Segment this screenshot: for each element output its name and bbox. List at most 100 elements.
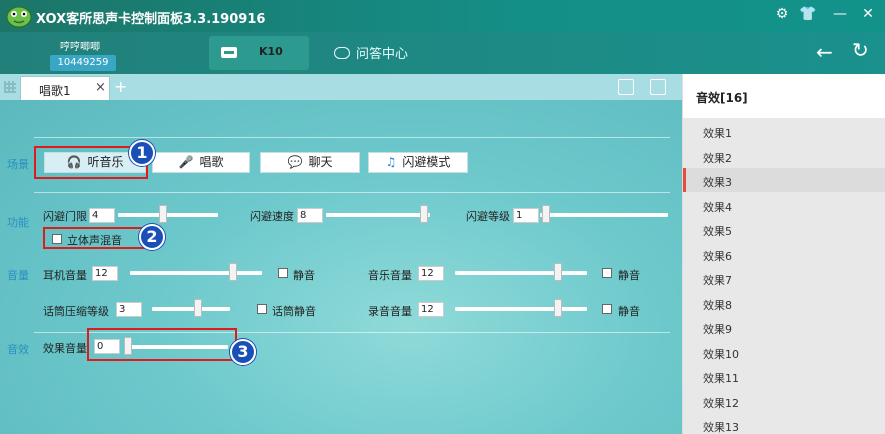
record-volume-slider[interactable] — [455, 299, 587, 317]
window-title: XOX客所思声卡控制面板3.3.190916 — [36, 12, 266, 27]
effect-list-item-label: 效果8 — [703, 298, 732, 312]
effect-list-item[interactable]: 效果7 — [683, 266, 885, 290]
section-label-scene: 场景 — [7, 158, 29, 171]
effect-list-item-label: 效果11 — [703, 372, 739, 385]
effect-list-item[interactable]: 效果10 — [683, 340, 885, 364]
refresh-icon[interactable]: ↻ — [852, 38, 869, 62]
headphone-mute-checkbox[interactable] — [278, 268, 288, 278]
mode-dodge-button[interactable]: ♫ 闪避模式 — [368, 152, 468, 173]
close-icon[interactable]: ✕ — [858, 4, 878, 24]
microphone-icon: 🎤 — [178, 155, 194, 169]
effect-list-item[interactable]: 效果8 — [683, 291, 885, 315]
slider-thumb[interactable] — [194, 299, 202, 317]
headphone-mute-label: 静音 — [293, 269, 315, 282]
slider-thumb[interactable] — [542, 205, 551, 223]
effect-volume-label: 效果音量 — [43, 342, 87, 355]
skin-shirt-icon[interactable]: 👕 — [798, 4, 818, 24]
copy-icon[interactable] — [618, 79, 634, 95]
back-arrow-icon[interactable]: ← — [816, 40, 833, 64]
effect-list-item[interactable]: 效果3 — [683, 168, 885, 192]
annotation-badge-1: 1 — [129, 140, 155, 166]
effects-panel-header: 音效[16] — [683, 74, 885, 118]
effect-list-item-label: 效果2 — [703, 151, 732, 165]
slider-thumb[interactable] — [554, 299, 563, 317]
effect-list-item[interactable]: 效果6 — [683, 242, 885, 266]
music-note-icon: ♫ — [385, 155, 397, 169]
qa-center-link[interactable]: 问答中心 — [334, 43, 408, 62]
minimize-icon[interactable]: — — [830, 4, 850, 24]
record-mute-checkbox[interactable] — [602, 304, 612, 314]
save-icon[interactable] — [650, 79, 666, 95]
music-volume-label: 音乐音量 — [368, 269, 412, 282]
section-label-effect: 音效 — [7, 343, 29, 356]
music-volume-input[interactable]: 12 — [418, 266, 444, 281]
device-label: K10 — [259, 45, 283, 58]
effect-list-item[interactable]: 效果4 — [683, 193, 885, 217]
effect-list-item-label: 效果9 — [703, 323, 732, 336]
tab-sing1[interactable]: 唱歌1 × — [20, 76, 110, 100]
mode-chat-button[interactable]: 💬 聊天 — [260, 152, 360, 173]
music-mute-label: 静音 — [618, 269, 640, 282]
effect-list-item-label: 效果3 — [703, 176, 732, 189]
dodge-level-slider[interactable] — [540, 205, 668, 223]
slider-thumb[interactable] — [229, 263, 238, 281]
grid-menu-icon[interactable] — [4, 81, 16, 93]
chat-bubble-icon — [334, 47, 350, 59]
effects-list: 效果1 效果2 效果3 效果4 效果5 效果6 效果7 效果8 效果9 效果10 效果11 效果12 效… — [683, 118, 885, 434]
effect-list-item-label: 效果1 — [703, 127, 732, 140]
title-bar: XOX客所思声卡控制面板3.3.190916 ⚙ 👕 — ✕ — [0, 0, 885, 32]
header-bar: 哼哼唧唧 10449259 K10 问答中心 ← ↻ — [0, 32, 885, 74]
annotation-badge-3: 3 — [230, 339, 256, 365]
dodge-threshold-slider[interactable] — [118, 205, 218, 223]
mic-mute-label: 话筒静音 — [272, 305, 316, 318]
effect-list-item[interactable]: 效果5 — [683, 217, 885, 241]
main-panel: 唱歌1 × + 场景 🎧 听音乐 🎤 唱歌 💬 聊天 ♫ 闪避模式 功能 闪避门限 4 … — [0, 74, 682, 434]
divider — [34, 192, 670, 193]
slider-thumb[interactable] — [159, 205, 168, 223]
headphone-volume-input[interactable]: 12 — [92, 266, 118, 281]
effect-list-item-label: 效果6 — [703, 249, 732, 263]
effect-list-item[interactable]: 效果11 — [683, 364, 885, 388]
mode-sing-button[interactable]: 🎤 唱歌 — [152, 152, 250, 173]
music-mute-checkbox[interactable] — [602, 268, 612, 278]
mic-compress-slider[interactable] — [152, 299, 230, 317]
dodge-speed-input[interactable]: 8 — [297, 208, 323, 223]
section-label-function: 功能 — [7, 216, 29, 229]
mode-label: 聊天 — [308, 155, 333, 169]
highlight-box-2 — [43, 227, 148, 249]
mic-compress-input[interactable]: 3 — [116, 302, 142, 317]
add-tab-icon[interactable]: + — [114, 77, 127, 96]
slider-thumb[interactable] — [420, 205, 429, 223]
mic-compress-label: 话筒压缩等级 — [43, 305, 109, 318]
effect-list-item[interactable]: 效果12 — [683, 389, 885, 413]
tab-close-icon[interactable]: × — [95, 80, 106, 95]
effect-list-item[interactable]: 效果1 — [683, 119, 885, 143]
user-id-badge: 10449259 — [50, 55, 116, 71]
effect-list-item[interactable]: 效果2 — [683, 144, 885, 168]
mic-mute-checkbox[interactable] — [257, 304, 267, 314]
dodge-speed-slider[interactable] — [326, 205, 430, 223]
record-volume-input[interactable]: 12 — [418, 302, 444, 317]
music-volume-slider[interactable] — [455, 263, 587, 281]
dodge-level-input[interactable]: 1 — [513, 208, 539, 223]
settings-icon[interactable]: ⚙ — [772, 4, 792, 24]
effect-list-item-label: 效果13 — [703, 421, 739, 434]
device-k10-button[interactable]: K10 — [209, 36, 309, 70]
record-mute-label: 静音 — [618, 305, 640, 318]
chat-bubble-icon: 💬 — [287, 155, 303, 169]
effect-list-item-label: 效果5 — [703, 225, 732, 238]
effect-list-item-label: 效果7 — [703, 274, 732, 287]
dodge-threshold-input[interactable]: 4 — [89, 208, 115, 223]
device-icon — [221, 47, 237, 58]
effects-panel: 音效[16] 效果1 效果2 效果3 效果4 效果5 效果6 效果7 效果8 效果9 效果10 效果… — [682, 74, 885, 434]
effects-panel-title: 音效[16] — [696, 91, 748, 105]
effect-list-item[interactable]: 效果13 — [683, 413, 885, 434]
slider-thumb[interactable] — [554, 263, 563, 281]
headphone-volume-slider[interactable] — [130, 263, 262, 281]
effect-list-item-label: 效果10 — [703, 347, 739, 361]
mode-label: 唱歌 — [199, 155, 224, 169]
divider — [34, 137, 670, 138]
dodge-level-label: 闪避等级 — [466, 210, 510, 223]
headphone-volume-label: 耳机音量 — [43, 269, 87, 282]
effect-list-item[interactable]: 效果9 — [683, 315, 885, 339]
